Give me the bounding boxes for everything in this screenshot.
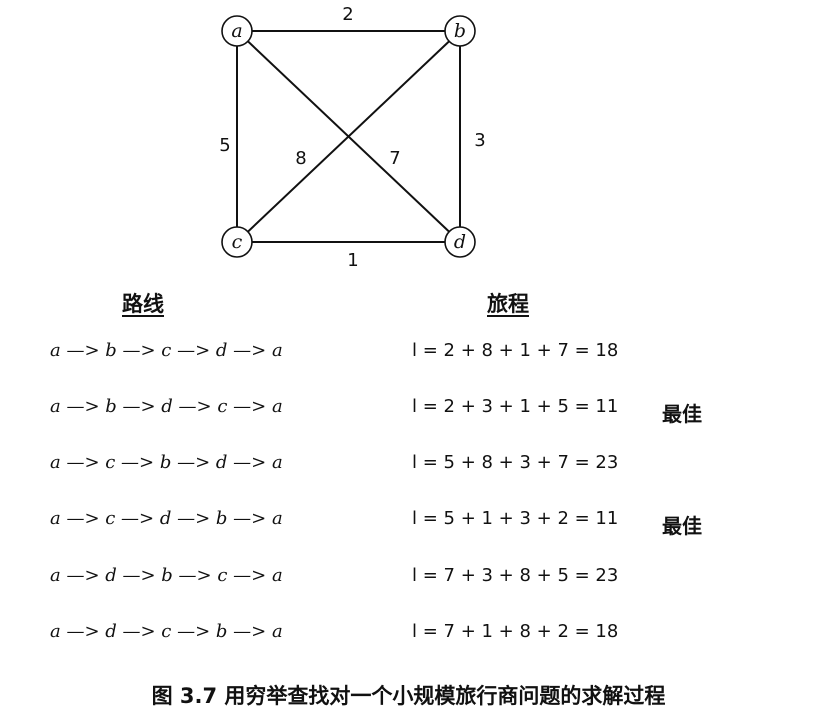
route-text: a —> d —> c —> b —> a: [50, 621, 283, 642]
route-text: a —> b —> d —> c —> a: [50, 396, 283, 417]
trip-length-text: l = 2 + 8 + 1 + 7 = 18: [412, 340, 619, 361]
table-row: a —> d —> c —> b —> a l = 7 + 1 + 8 + 2 …: [0, 621, 817, 651]
route-column-header: 路线: [122, 292, 164, 316]
node-b-label: b: [454, 20, 466, 42]
node-c-label: c: [232, 231, 243, 253]
node-d: d: [444, 226, 476, 258]
table-row: a —> c —> b —> d —> a l = 5 + 8 + 3 + 7 …: [0, 452, 817, 482]
node-a-label: a: [231, 20, 242, 42]
node-a: a: [221, 15, 253, 47]
table-row: a —> b —> c —> d —> a l = 2 + 8 + 1 + 7 …: [0, 340, 817, 370]
trip-length-text: l = 7 + 3 + 8 + 5 = 23: [412, 565, 619, 586]
edge-weight-a-b: 2: [342, 4, 353, 25]
best-badge: 最佳: [662, 402, 702, 426]
table-row: a —> c —> d —> b —> a l = 5 + 1 + 3 + 2 …: [0, 508, 817, 538]
trip-length-text: l = 5 + 8 + 3 + 7 = 23: [412, 452, 619, 473]
table-row: a —> d —> b —> c —> a l = 7 + 3 + 8 + 5 …: [0, 565, 817, 595]
tsp-graph: 2 3 1 5 8 7 a b c d: [219, 4, 485, 271]
trip-length-text: l = 7 + 1 + 8 + 2 = 18: [412, 621, 619, 642]
figure-caption: 图 3.7 用穷举查找对一个小规模旅行商问题的求解过程: [151, 684, 666, 708]
route-text: a —> d —> b —> c —> a: [50, 565, 283, 586]
table-row: a —> b —> d —> c —> a l = 2 + 3 + 1 + 5 …: [0, 396, 817, 426]
edge-weight-a-d: 7: [389, 148, 400, 169]
route-text: a —> c —> d —> b —> a: [50, 508, 283, 529]
node-c: c: [221, 226, 253, 258]
route-text: a —> b —> c —> d —> a: [50, 340, 283, 361]
route-text: a —> c —> b —> d —> a: [50, 452, 283, 473]
edge-weight-c-d: 1: [347, 250, 358, 271]
edge-weight-b-d: 3: [474, 130, 485, 151]
node-d-label: d: [454, 231, 466, 253]
trip-length-column-header: 旅程: [487, 292, 529, 316]
edge-weight-a-c: 5: [219, 135, 230, 156]
node-b: b: [444, 15, 476, 47]
edge-weight-c-b: 8: [295, 148, 306, 169]
best-badge: 最佳: [662, 514, 702, 538]
trip-length-text: l = 5 + 1 + 3 + 2 = 11: [412, 508, 619, 529]
trip-length-text: l = 2 + 3 + 1 + 5 = 11: [412, 396, 619, 417]
